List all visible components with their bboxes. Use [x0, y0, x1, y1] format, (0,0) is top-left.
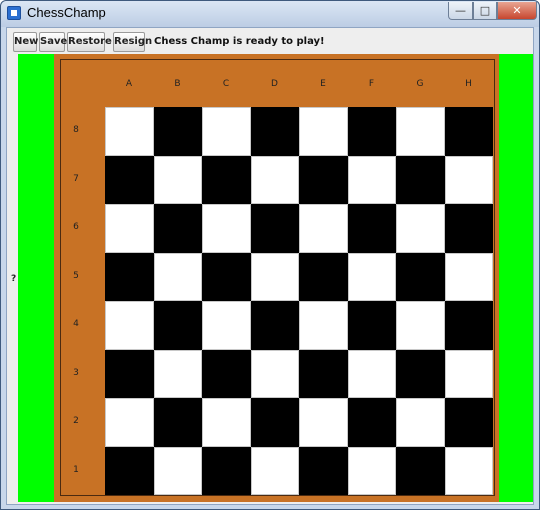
square-a5[interactable]: [105, 252, 154, 301]
square-g1[interactable]: [396, 446, 445, 495]
square-h5[interactable]: [444, 252, 493, 301]
square-c1[interactable]: [202, 446, 251, 495]
rank-label-6: 6: [73, 222, 79, 233]
square-h8[interactable]: [444, 107, 493, 156]
square-d6[interactable]: [250, 204, 299, 253]
square-c4[interactable]: [202, 301, 251, 350]
square-f1[interactable]: [347, 446, 396, 495]
status-message: Chess Champ is ready to play!: [154, 36, 325, 47]
file-label-e: E: [320, 79, 326, 89]
square-g5[interactable]: [396, 252, 445, 301]
square-h3[interactable]: [444, 349, 493, 398]
square-f3[interactable]: [347, 349, 396, 398]
square-g3[interactable]: [396, 349, 445, 398]
square-e1[interactable]: [299, 446, 348, 495]
square-a1[interactable]: [105, 446, 154, 495]
square-f4[interactable]: [347, 301, 396, 350]
file-label-c: C: [222, 79, 230, 89]
rank-label-1: 1: [73, 464, 79, 475]
square-a7[interactable]: [105, 155, 154, 204]
square-a8[interactable]: [105, 107, 154, 156]
square-h6[interactable]: [444, 204, 493, 253]
rank-label-5: 5: [73, 270, 79, 281]
square-e4[interactable]: [299, 301, 348, 350]
app-icon: [7, 6, 21, 20]
square-d8[interactable]: [250, 107, 299, 156]
file-label-d: D: [271, 79, 278, 89]
square-c8[interactable]: [202, 107, 251, 156]
square-h2[interactable]: [444, 398, 493, 447]
square-a3[interactable]: [105, 349, 154, 398]
save-button[interactable]: Save: [39, 32, 67, 52]
square-d4[interactable]: [250, 301, 299, 350]
title-bar[interactable]: ChessChamp — □ ✕: [1, 1, 539, 27]
rank-label-2: 2: [73, 416, 79, 427]
main-content: New Save Restore Resign Chess Champ is r…: [6, 27, 534, 505]
square-c3[interactable]: [202, 349, 251, 398]
chess-board[interactable]: [105, 107, 493, 495]
square-d1[interactable]: [250, 446, 299, 495]
square-a2[interactable]: [105, 398, 154, 447]
rank-label-8: 8: [73, 125, 79, 136]
square-f6[interactable]: [347, 204, 396, 253]
rank-label-3: 3: [73, 367, 79, 378]
square-h1[interactable]: [444, 446, 493, 495]
square-b6[interactable]: [153, 204, 202, 253]
square-h7[interactable]: [444, 155, 493, 204]
maximize-button[interactable]: □: [473, 2, 497, 20]
file-label-b: B: [174, 79, 181, 89]
square-b4[interactable]: [153, 301, 202, 350]
square-d2[interactable]: [250, 398, 299, 447]
square-e2[interactable]: [299, 398, 348, 447]
restore-button[interactable]: Restore: [67, 32, 112, 52]
file-label-f: F: [368, 79, 375, 89]
file-label-a: A: [125, 79, 133, 89]
square-c6[interactable]: [202, 204, 251, 253]
square-a4[interactable]: [105, 301, 154, 350]
square-a6[interactable]: [105, 204, 154, 253]
square-f8[interactable]: [347, 107, 396, 156]
square-f5[interactable]: [347, 252, 396, 301]
side-indicator: ?: [11, 274, 17, 284]
file-label-h: H: [465, 79, 472, 89]
square-e3[interactable]: [299, 349, 348, 398]
file-label-g: G: [416, 79, 424, 89]
rank-label-4: 4: [73, 319, 79, 330]
square-b5[interactable]: [153, 252, 202, 301]
square-e7[interactable]: [299, 155, 348, 204]
resign-button[interactable]: Resign: [113, 32, 152, 52]
square-d3[interactable]: [250, 349, 299, 398]
minimize-button[interactable]: —: [448, 2, 473, 20]
square-b2[interactable]: [153, 398, 202, 447]
square-d7[interactable]: [250, 155, 299, 204]
new-game-button[interactable]: New: [13, 32, 38, 52]
square-c5[interactable]: [202, 252, 251, 301]
square-g7[interactable]: [396, 155, 445, 204]
square-b1[interactable]: [153, 446, 202, 495]
rank-label-7: 7: [73, 173, 79, 184]
square-e6[interactable]: [299, 204, 348, 253]
close-button[interactable]: ✕: [497, 2, 537, 20]
square-b3[interactable]: [153, 349, 202, 398]
square-b8[interactable]: [153, 107, 202, 156]
window-title: ChessChamp: [27, 5, 106, 20]
square-f7[interactable]: [347, 155, 396, 204]
square-f2[interactable]: [347, 398, 396, 447]
square-d5[interactable]: [250, 252, 299, 301]
square-g2[interactable]: [396, 398, 445, 447]
square-b7[interactable]: [153, 155, 202, 204]
square-h4[interactable]: [444, 301, 493, 350]
app-window: ChessChamp — □ ✕ New Save Restore Resign…: [0, 0, 540, 510]
square-e5[interactable]: [299, 252, 348, 301]
square-g4[interactable]: [396, 301, 445, 350]
square-g6[interactable]: [396, 204, 445, 253]
square-e8[interactable]: [299, 107, 348, 156]
square-g8[interactable]: [396, 107, 445, 156]
square-c7[interactable]: [202, 155, 251, 204]
square-c2[interactable]: [202, 398, 251, 447]
